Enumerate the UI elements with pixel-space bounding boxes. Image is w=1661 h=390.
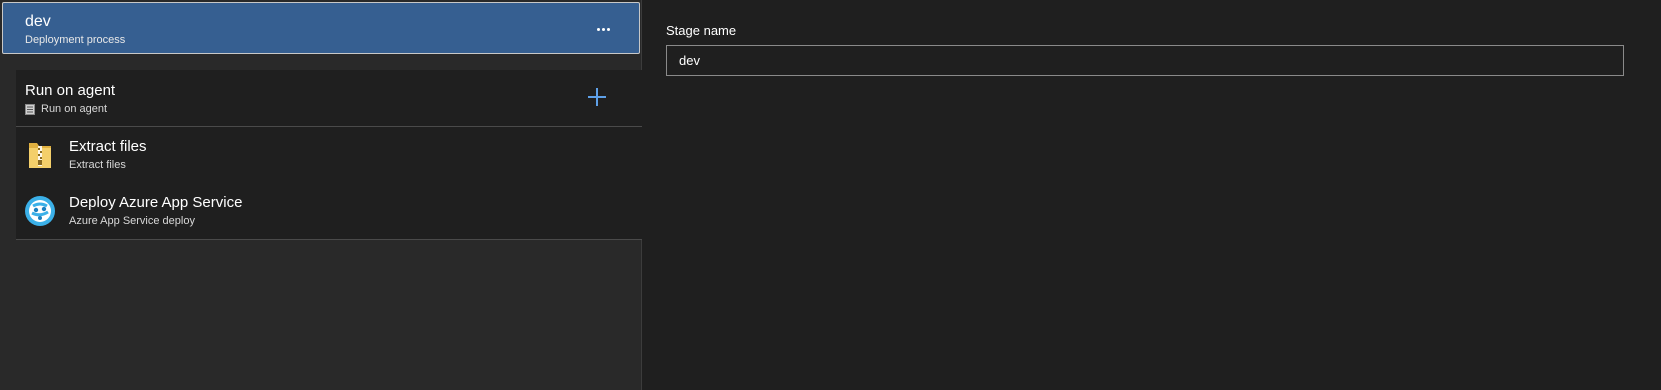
phase-title: Run on agent — [25, 82, 116, 99]
agent-server-icon — [25, 103, 35, 115]
task-subtitle: Extract files — [69, 159, 126, 171]
stage-tasks-pane: dev Deployment process Run on agent Run … — [0, 0, 642, 390]
task-subtitle: Azure App Service deploy — [69, 215, 195, 227]
zip-folder-icon — [24, 139, 56, 171]
azure-app-service-icon — [24, 195, 56, 227]
task-title: Extract files — [69, 138, 147, 155]
task-deploy-azure-app-service[interactable]: Deploy Azure App Service Azure App Servi… — [16, 183, 642, 239]
task-title: Deploy Azure App Service — [69, 194, 243, 211]
stage-properties-pane: Stage name — [642, 0, 1661, 390]
task-extract-files[interactable]: Extract files Extract files — [16, 127, 642, 183]
stage-header-dev[interactable]: dev Deployment process — [2, 2, 640, 54]
phase-subtitle: Run on agent — [41, 103, 108, 115]
more-options-button[interactable] — [591, 17, 615, 37]
stage-name-label: Stage name — [666, 23, 737, 38]
stage-subtitle: Deployment process — [25, 34, 126, 46]
stage-name-input[interactable] — [666, 45, 1624, 76]
phase-run-on-agent[interactable]: Run on agent Run on agent — [16, 70, 642, 127]
add-task-button[interactable] — [586, 86, 608, 108]
phase-subtitle-row: Run on agent — [25, 103, 107, 115]
more-horizontal-icon — [596, 18, 611, 36]
stage-title: dev — [25, 13, 51, 30]
task-list: Run on agent Run on agent Extract files … — [16, 70, 642, 240]
